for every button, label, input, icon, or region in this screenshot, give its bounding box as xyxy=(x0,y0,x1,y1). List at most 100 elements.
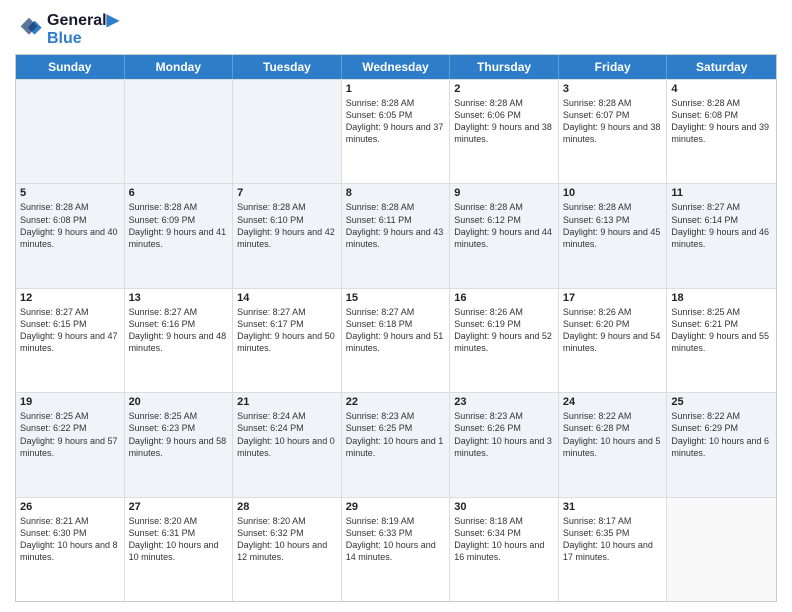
calendar-row-2: 12 Sunrise: 8:27 AM Sunset: 6:15 PM Dayli… xyxy=(16,288,776,392)
cell-info: Sunrise: 8:27 AM Sunset: 6:15 PM Dayligh… xyxy=(20,306,120,355)
cal-cell-19: 19 Sunrise: 8:25 AM Sunset: 6:22 PM Dayli… xyxy=(16,393,125,496)
cell-info: Sunrise: 8:22 AM Sunset: 6:28 PM Dayligh… xyxy=(563,410,663,459)
day-number: 27 xyxy=(129,501,229,513)
cell-info: Sunrise: 8:23 AM Sunset: 6:25 PM Dayligh… xyxy=(346,410,446,459)
cal-cell-4: 4 Sunrise: 8:28 AM Sunset: 6:08 PM Daylig… xyxy=(667,80,776,183)
day-number: 8 xyxy=(346,187,446,199)
cell-info: Sunrise: 8:28 AM Sunset: 6:10 PM Dayligh… xyxy=(237,201,337,250)
cell-info: Sunrise: 8:28 AM Sunset: 6:11 PM Dayligh… xyxy=(346,201,446,250)
cal-cell-13: 13Sunrise: 8:27 AM Sunset: 6:16 PM Dayli… xyxy=(125,289,234,392)
cell-info: Sunrise: 8:17 AM Sunset: 6:35 PM Dayligh… xyxy=(563,515,663,564)
cell-info: Sunrise: 8:28 AM Sunset: 6:06 PM Dayligh… xyxy=(454,97,554,146)
day-number: 6 xyxy=(129,187,229,199)
day-number: 18 xyxy=(671,292,772,304)
cell-info: Sunrise: 8:28 AM Sunset: 6:08 PM Dayligh… xyxy=(20,201,120,250)
calendar-row-3: 19 Sunrise: 8:25 AM Sunset: 6:22 PM Dayli… xyxy=(16,392,776,496)
day-number: 21 xyxy=(237,396,337,408)
cal-cell-10: 10 Sunrise: 8:28 AM Sunset: 6:13 PM Dayli… xyxy=(559,184,668,287)
logo-icon xyxy=(15,15,43,43)
day-number: 23 xyxy=(454,396,554,408)
header-day-sunday: Sunday xyxy=(16,55,125,79)
cell-info: Sunrise: 8:24 AM Sunset: 6:24 PM Dayligh… xyxy=(237,410,337,459)
day-number: 26 xyxy=(20,501,120,513)
cal-cell-3: 3Sunrise: 8:28 AM Sunset: 6:07 PM Daylig… xyxy=(559,80,668,183)
header-day-saturday: Saturday xyxy=(667,55,776,79)
day-number: 14 xyxy=(237,292,337,304)
day-number: 24 xyxy=(563,396,663,408)
day-number: 16 xyxy=(454,292,554,304)
day-number: 29 xyxy=(346,501,446,513)
cal-cell-7: 7 Sunrise: 8:28 AM Sunset: 6:10 PM Daylig… xyxy=(233,184,342,287)
cal-cell-12: 12 Sunrise: 8:27 AM Sunset: 6:15 PM Dayli… xyxy=(16,289,125,392)
cal-cell-24: 24 Sunrise: 8:22 AM Sunset: 6:28 PM Dayli… xyxy=(559,393,668,496)
header: General▶ Blue xyxy=(15,10,777,48)
day-number: 30 xyxy=(454,501,554,513)
cell-info: Sunrise: 8:19 AM Sunset: 6:33 PM Dayligh… xyxy=(346,515,446,564)
calendar: SundayMondayTuesdayWednesdayThursdayFrid… xyxy=(15,54,777,602)
cell-info: Sunrise: 8:28 AM Sunset: 6:08 PM Dayligh… xyxy=(671,97,772,146)
cell-info: Sunrise: 8:28 AM Sunset: 6:09 PM Dayligh… xyxy=(129,201,229,250)
calendar-body: 1Sunrise: 8:28 AM Sunset: 6:05 PM Daylig… xyxy=(16,79,776,601)
day-number: 2 xyxy=(454,83,554,95)
cal-cell-5: 5 Sunrise: 8:28 AM Sunset: 6:08 PM Daylig… xyxy=(16,184,125,287)
calendar-row-0: 1Sunrise: 8:28 AM Sunset: 6:05 PM Daylig… xyxy=(16,79,776,183)
cal-cell-6: 6 Sunrise: 8:28 AM Sunset: 6:09 PM Daylig… xyxy=(125,184,234,287)
cell-info: Sunrise: 8:22 AM Sunset: 6:29 PM Dayligh… xyxy=(671,410,772,459)
cell-info: Sunrise: 8:28 AM Sunset: 6:07 PM Dayligh… xyxy=(563,97,663,146)
cell-info: Sunrise: 8:20 AM Sunset: 6:31 PM Dayligh… xyxy=(129,515,229,564)
header-day-wednesday: Wednesday xyxy=(342,55,451,79)
logo-text: General▶ Blue xyxy=(47,10,119,48)
day-number: 20 xyxy=(129,396,229,408)
cal-cell-empty-4-6 xyxy=(667,498,776,601)
day-number: 22 xyxy=(346,396,446,408)
cell-info: Sunrise: 8:18 AM Sunset: 6:34 PM Dayligh… xyxy=(454,515,554,564)
header-day-monday: Monday xyxy=(125,55,234,79)
day-number: 10 xyxy=(563,187,663,199)
cell-info: Sunrise: 8:25 AM Sunset: 6:22 PM Dayligh… xyxy=(20,410,120,459)
cal-cell-16: 16Sunrise: 8:26 AM Sunset: 6:19 PM Dayli… xyxy=(450,289,559,392)
cal-cell-14: 14 Sunrise: 8:27 AM Sunset: 6:17 PM Dayli… xyxy=(233,289,342,392)
cal-cell-25: 25 Sunrise: 8:22 AM Sunset: 6:29 PM Dayli… xyxy=(667,393,776,496)
cell-info: Sunrise: 8:25 AM Sunset: 6:23 PM Dayligh… xyxy=(129,410,229,459)
cal-cell-20: 20 Sunrise: 8:25 AM Sunset: 6:23 PM Dayli… xyxy=(125,393,234,496)
cal-cell-empty-0-1 xyxy=(125,80,234,183)
day-number: 1 xyxy=(346,83,446,95)
cell-info: Sunrise: 8:28 AM Sunset: 6:12 PM Dayligh… xyxy=(454,201,554,250)
cal-cell-31: 31 Sunrise: 8:17 AM Sunset: 6:35 PM Dayli… xyxy=(559,498,668,601)
calendar-row-1: 5 Sunrise: 8:28 AM Sunset: 6:08 PM Daylig… xyxy=(16,183,776,287)
day-number: 9 xyxy=(454,187,554,199)
day-number: 25 xyxy=(671,396,772,408)
cell-info: Sunrise: 8:25 AM Sunset: 6:21 PM Dayligh… xyxy=(671,306,772,355)
cell-info: Sunrise: 8:27 AM Sunset: 6:17 PM Dayligh… xyxy=(237,306,337,355)
cell-info: Sunrise: 8:26 AM Sunset: 6:20 PM Dayligh… xyxy=(563,306,663,355)
cal-cell-empty-0-0 xyxy=(16,80,125,183)
logo: General▶ Blue xyxy=(15,10,119,48)
page: General▶ Blue SundayMondayTuesdayWednesd… xyxy=(0,0,792,612)
cal-cell-empty-0-2 xyxy=(233,80,342,183)
cell-info: Sunrise: 8:27 AM Sunset: 6:16 PM Dayligh… xyxy=(129,306,229,355)
day-number: 5 xyxy=(20,187,120,199)
cal-cell-9: 9 Sunrise: 8:28 AM Sunset: 6:12 PM Daylig… xyxy=(450,184,559,287)
day-number: 7 xyxy=(237,187,337,199)
day-number: 19 xyxy=(20,396,120,408)
header-day-friday: Friday xyxy=(559,55,668,79)
cal-cell-28: 28Sunrise: 8:20 AM Sunset: 6:32 PM Dayli… xyxy=(233,498,342,601)
cell-info: Sunrise: 8:27 AM Sunset: 6:18 PM Dayligh… xyxy=(346,306,446,355)
calendar-header: SundayMondayTuesdayWednesdayThursdayFrid… xyxy=(16,55,776,79)
day-number: 11 xyxy=(671,187,772,199)
cal-cell-11: 11Sunrise: 8:27 AM Sunset: 6:14 PM Dayli… xyxy=(667,184,776,287)
cal-cell-27: 27 Sunrise: 8:20 AM Sunset: 6:31 PM Dayli… xyxy=(125,498,234,601)
header-day-tuesday: Tuesday xyxy=(233,55,342,79)
cal-cell-26: 26 Sunrise: 8:21 AM Sunset: 6:30 PM Dayli… xyxy=(16,498,125,601)
cell-info: Sunrise: 8:21 AM Sunset: 6:30 PM Dayligh… xyxy=(20,515,120,564)
day-number: 12 xyxy=(20,292,120,304)
day-number: 4 xyxy=(671,83,772,95)
cal-cell-30: 30 Sunrise: 8:18 AM Sunset: 6:34 PM Dayli… xyxy=(450,498,559,601)
day-number: 17 xyxy=(563,292,663,304)
day-number: 28 xyxy=(237,501,337,513)
day-number: 31 xyxy=(563,501,663,513)
cal-cell-29: 29 Sunrise: 8:19 AM Sunset: 6:33 PM Dayli… xyxy=(342,498,451,601)
cell-info: Sunrise: 8:28 AM Sunset: 6:13 PM Dayligh… xyxy=(563,201,663,250)
cal-cell-17: 17 Sunrise: 8:26 AM Sunset: 6:20 PM Dayli… xyxy=(559,289,668,392)
day-number: 15 xyxy=(346,292,446,304)
